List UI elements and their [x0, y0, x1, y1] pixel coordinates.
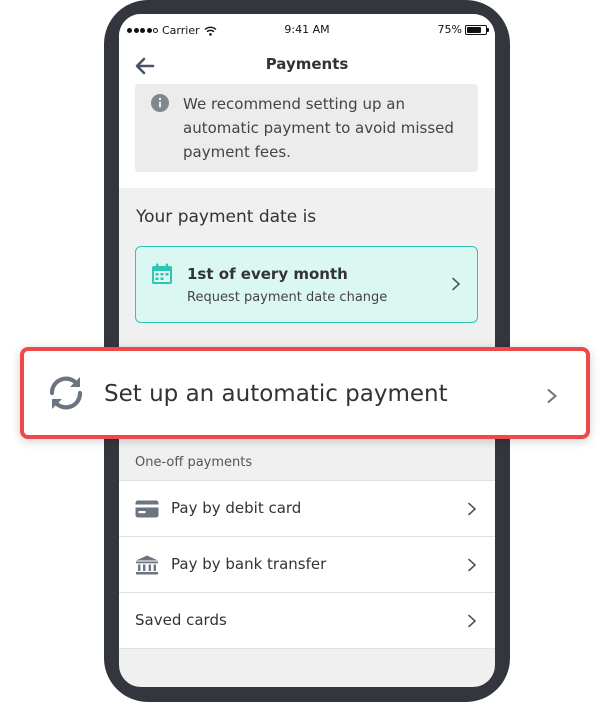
page-title: Payments: [265, 55, 349, 73]
list-item-label: Pay by debit card: [171, 499, 302, 517]
status-bar: Carrier 9:41 AM 75%: [119, 14, 495, 46]
payment-date-heading: Your payment date is: [136, 207, 317, 227]
chevron-right-icon: [468, 614, 477, 628]
info-circle-icon: [151, 94, 169, 112]
recommendation-notice: We recommend setting up an automatic pay…: [135, 84, 478, 172]
payment-date-value: 1st of every month: [187, 265, 348, 283]
chevron-right-icon: [468, 502, 477, 516]
chevron-right-icon: [468, 558, 477, 572]
battery-status: 75%: [437, 23, 489, 36]
notice-text: We recommend setting up an automatic pay…: [183, 95, 454, 161]
list-item-saved-cards[interactable]: Saved cards: [119, 593, 495, 649]
list-item-label: Pay by bank transfer: [171, 555, 327, 573]
chevron-right-icon: [547, 389, 558, 403]
battery-percent: 75%: [437, 23, 462, 36]
calendar-icon: [152, 263, 172, 284]
stage: Carrier 9:41 AM 75% Payments We recommen…: [0, 0, 610, 702]
sync-icon: [49, 376, 83, 410]
automatic-payment-button[interactable]: Set up an automatic payment: [20, 347, 590, 439]
battery-fill: [467, 26, 481, 33]
header: Payments We recommend setting up an auto…: [119, 46, 495, 188]
automatic-payment-label: Set up an automatic payment: [104, 381, 448, 407]
list-item-label: Saved cards: [135, 611, 227, 629]
battery-icon: [465, 24, 489, 35]
one-off-payments-list: Pay by debit card Pay by bank transfer S…: [119, 480, 495, 649]
list-item-pay-by-debit-card[interactable]: Pay by debit card: [119, 481, 495, 537]
payment-date-card[interactable]: 1st of every month Request payment date …: [135, 246, 478, 323]
list-item-pay-by-bank-transfer[interactable]: Pay by bank transfer: [119, 537, 495, 593]
one-off-payments-heading: One-off payments: [135, 455, 253, 470]
chevron-right-icon: [452, 277, 461, 291]
bank-icon: [136, 555, 158, 575]
credit-card-icon: [135, 500, 159, 518]
payment-date-action: Request payment date change: [187, 290, 388, 305]
